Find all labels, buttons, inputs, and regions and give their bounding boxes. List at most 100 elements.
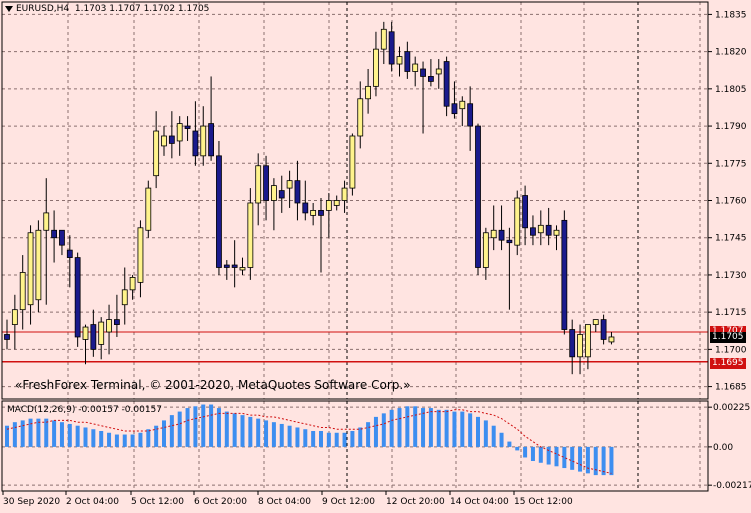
- candle-bear: [114, 319, 120, 325]
- candle-bull: [106, 319, 112, 333]
- candle-bear: [223, 264, 230, 268]
- candle-bear: [59, 229, 65, 246]
- macd-histogram-bar: [609, 446, 614, 476]
- macd-histogram-bar: [44, 418, 49, 447]
- price-tag-bid: 1.1705: [710, 332, 746, 343]
- candle-bear: [51, 229, 57, 239]
- candle-bear: [4, 334, 10, 340]
- candle-bear: [467, 103, 474, 127]
- candle-bull: [349, 135, 356, 189]
- macd-histogram-bar: [507, 441, 512, 447]
- price-tick-label: 1.1745: [715, 234, 747, 244]
- candle-bull: [43, 212, 50, 231]
- candle-bear: [66, 249, 73, 258]
- macd-histogram-group: [5, 404, 614, 476]
- candle-bull: [121, 289, 128, 306]
- candle-bull: [490, 229, 497, 239]
- candles-group: [4, 21, 615, 375]
- candle-bull: [357, 98, 364, 137]
- macd-histogram-bar: [389, 409, 394, 447]
- candle-bull: [482, 232, 489, 268]
- macd-histogram-bar: [381, 413, 386, 447]
- macd-histogram-bar: [444, 409, 449, 447]
- macd-histogram-bar: [122, 434, 127, 447]
- candle-bear: [208, 123, 215, 157]
- macd-histogram-bar: [350, 431, 355, 447]
- candle-bear: [498, 229, 505, 241]
- candle-bull: [412, 63, 419, 72]
- candle-bull: [608, 336, 615, 343]
- macd-histogram-bar: [523, 446, 528, 458]
- time-tick-label: 6 Oct 20:00: [194, 497, 247, 507]
- candle-bear: [318, 210, 324, 216]
- candle-bull: [255, 165, 262, 204]
- candle-bear: [451, 103, 458, 115]
- macd-histogram-bar: [75, 425, 80, 447]
- candle-bull: [459, 100, 466, 110]
- macd-histogram-bar: [138, 432, 143, 447]
- candle-bear: [192, 130, 199, 157]
- macd-histogram-bar: [177, 411, 182, 447]
- macd-histogram-bar: [452, 411, 457, 447]
- macd-histogram-bar: [20, 420, 25, 447]
- macd-histogram-bar: [146, 429, 151, 447]
- candle-bear: [530, 227, 536, 236]
- macd-histogram-bar: [515, 446, 520, 451]
- candle-bull: [11, 309, 18, 325]
- candle-bear: [388, 31, 395, 65]
- macd-histogram-bar: [578, 446, 583, 472]
- price-tag-lower: 1.1695: [710, 358, 746, 369]
- candle-bull: [553, 229, 560, 236]
- price-tick-label: 1.1835: [715, 10, 747, 20]
- price-tick-label: 1.1820: [715, 48, 747, 58]
- macd-histogram-bar: [28, 418, 33, 447]
- candle-bear: [263, 165, 269, 201]
- macd-histogram-bar: [303, 429, 308, 447]
- time-tick-label: 9 Oct 12:00: [322, 497, 375, 507]
- price-tick-label: 1.1685: [715, 383, 747, 393]
- header-arrow-icon: [5, 5, 13, 12]
- macd-histogram-bar: [114, 434, 119, 447]
- price-tick-label: 1.1760: [715, 197, 747, 207]
- candle-bull: [82, 326, 89, 340]
- macd-histogram-bar: [460, 411, 465, 447]
- macd-histogram-bar: [256, 418, 261, 447]
- trading-chart-window[interactable]: 1.1835 1.1820 1.1805 1.1790 1.1775 1.1760 1.17…: [0, 0, 751, 513]
- candle-bull: [373, 48, 379, 87]
- macd-histogram-bar: [373, 416, 378, 447]
- candle-bull: [270, 185, 277, 201]
- candle-bear: [522, 195, 528, 229]
- time-tick-label: 5 Oct 12:00: [131, 497, 184, 507]
- macd-tick-label: 0.00: [713, 443, 733, 453]
- macd-tick-label: -0.00217: [713, 481, 751, 491]
- candle-bear: [168, 135, 175, 144]
- macd-histogram-bar: [224, 411, 229, 447]
- candle-bull: [129, 277, 136, 291]
- candle-bear: [231, 264, 238, 268]
- macd-histogram-bar: [279, 423, 284, 447]
- candle-bear: [294, 180, 301, 204]
- candle-bear: [74, 257, 81, 338]
- macd-histogram-bar: [130, 434, 135, 447]
- macd-histogram-bar: [52, 420, 57, 447]
- macd-histogram-bar: [193, 406, 198, 447]
- chart-canvas[interactable]: 1.1835 1.1820 1.1805 1.1790 1.1775 1.1760 1.17…: [0, 0, 751, 513]
- macd-histogram-bar: [83, 427, 88, 447]
- macd-histogram-bar: [264, 420, 269, 447]
- candle-bear: [545, 224, 552, 236]
- macd-histogram-bar: [570, 446, 575, 470]
- candle-bull: [19, 272, 26, 311]
- macd-histogram-bar: [334, 432, 339, 447]
- time-axis: 30 Sep 2020 2 Oct 04:00 5 Oct 12:00 6 Oct 2…: [2, 491, 573, 507]
- candle-bull: [435, 68, 442, 75]
- candle-bull: [286, 180, 293, 189]
- macd-histogram-bar: [99, 431, 104, 447]
- time-tick-label: 8 Oct 04:00: [258, 497, 311, 507]
- candle-bull: [514, 197, 521, 246]
- macd-histogram-bar: [12, 422, 17, 447]
- macd-histogram-bar: [209, 404, 214, 447]
- candle-bull: [365, 85, 372, 100]
- macd-histogram-bar: [483, 420, 488, 447]
- time-tick-label: 12 Oct 20:00: [386, 497, 445, 507]
- candle-bull: [592, 319, 599, 325]
